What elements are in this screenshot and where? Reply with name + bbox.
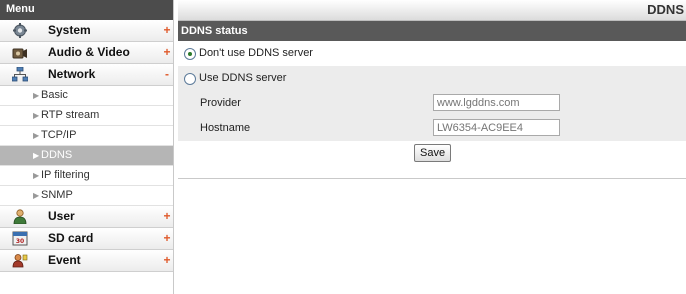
- sidebar-item-label: DDNS: [41, 149, 73, 161]
- sidebar-category-label: System: [48, 23, 91, 37]
- radio-label-dont-use-ddns[interactable]: Don't use DDNS server: [199, 41, 313, 66]
- hostname-label: Hostname: [200, 122, 251, 134]
- event-icon: [12, 253, 28, 268]
- sidebar-item-label: RTP stream: [41, 109, 100, 121]
- collapse-sign: -: [165, 67, 169, 81]
- camera-icon: [12, 45, 28, 60]
- sidebar-category-event[interactable]: Event +: [0, 250, 173, 272]
- provider-row: Provider: [178, 91, 686, 116]
- triangle-right-icon: ▶: [33, 151, 40, 160]
- provider-label: Provider: [200, 97, 241, 109]
- provider-input[interactable]: [433, 94, 560, 111]
- hostname-row: Hostname: [178, 116, 686, 141]
- section-header: DDNS status: [178, 21, 686, 41]
- radio-dont-use-ddns[interactable]: [184, 48, 196, 60]
- radio-use-ddns[interactable]: [184, 73, 196, 85]
- sidebar-item-ddns[interactable]: ▶ DDNS: [0, 146, 173, 166]
- expand-sign: +: [163, 45, 171, 59]
- expand-sign: +: [163, 253, 171, 267]
- triangle-right-icon: ▶: [33, 191, 40, 200]
- radio-label-use-ddns[interactable]: Use DDNS server: [199, 66, 286, 91]
- sidebar-item-rtp-stream[interactable]: ▶ RTP stream: [0, 106, 173, 126]
- sidebar-category-audio-video[interactable]: Audio & Video +: [0, 42, 173, 64]
- menu-title: Menu: [0, 0, 173, 20]
- option-row-use-ddns: Use DDNS server: [178, 66, 686, 91]
- user-icon: [12, 209, 28, 225]
- sidebar-category-system[interactable]: System +: [0, 20, 173, 42]
- sidebar-item-label: SNMP: [41, 189, 73, 201]
- triangle-right-icon: ▶: [33, 111, 40, 120]
- page-title: DDNS: [178, 0, 686, 21]
- ddns-panel: DDNS DDNS status Don't use DDNS server U…: [178, 0, 686, 179]
- network-icon: [11, 66, 29, 82]
- triangle-right-icon: ▶: [33, 171, 40, 180]
- sidebar-category-sd-card[interactable]: 30 SD card +: [0, 228, 173, 250]
- sidebar-item-label: Basic: [41, 89, 68, 101]
- expand-sign: +: [163, 231, 171, 245]
- sidebar-item-snmp[interactable]: ▶ SNMP: [0, 186, 173, 206]
- option-row-dont-use-ddns: Don't use DDNS server: [178, 41, 686, 66]
- sidebar-category-user[interactable]: User +: [0, 206, 173, 228]
- sidebar-category-label: Audio & Video: [48, 45, 130, 59]
- sidebar-item-tcp-ip[interactable]: ▶ TCP/IP: [0, 126, 173, 146]
- save-button[interactable]: Save: [414, 144, 452, 162]
- sidebar-category-label: SD card: [48, 231, 94, 245]
- triangle-right-icon: ▶: [33, 91, 40, 100]
- sidebar-category-network[interactable]: Network -: [0, 64, 173, 86]
- sidebar-menu: Menu System + Audio & Video + Network - …: [0, 0, 174, 294]
- triangle-right-icon: ▶: [33, 131, 40, 140]
- sidebar-item-ip-filtering[interactable]: ▶ IP filtering: [0, 166, 173, 186]
- button-row: Save: [178, 141, 686, 165]
- sidebar-category-label: User: [48, 209, 75, 223]
- sidebar-category-label: Network: [48, 67, 96, 81]
- gear-icon: [12, 23, 28, 38]
- hostname-input[interactable]: [433, 119, 560, 136]
- svg-text:30: 30: [16, 238, 24, 245]
- sidebar-item-label: TCP/IP: [41, 129, 77, 141]
- sidebar-item-label: IP filtering: [41, 169, 90, 181]
- sd-card-icon: 30: [12, 231, 28, 246]
- sidebar-item-basic[interactable]: ▶ Basic: [0, 86, 173, 106]
- expand-sign: +: [163, 23, 171, 37]
- expand-sign: +: [163, 209, 171, 223]
- sidebar-category-label: Event: [48, 253, 81, 267]
